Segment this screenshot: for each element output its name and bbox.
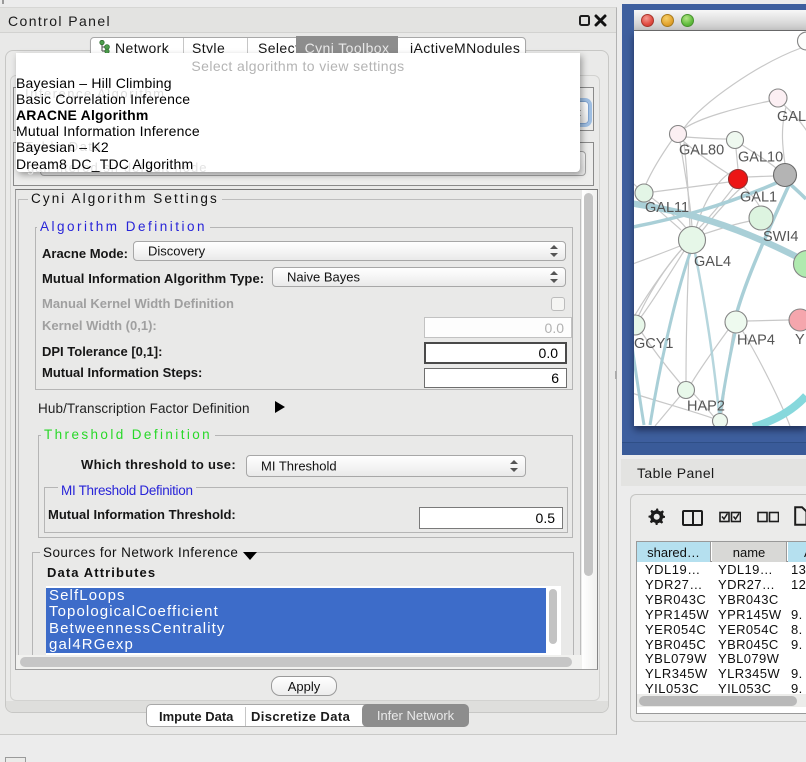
svg-text:GAL80: GAL80 [679,143,724,159]
svg-text:HAP2: HAP2 [687,399,725,415]
svg-text:GAL11: GAL11 [645,200,689,216]
svg-text:GAL10: GAL10 [738,150,783,166]
svg-text:GAL: GAL [777,109,806,125]
svg-text:HAP4: HAP4 [737,333,775,349]
svg-text:SWI4: SWI4 [763,229,798,245]
svg-text:Y: Y [795,332,805,348]
svg-text:GAL1: GAL1 [740,190,777,206]
svg-text:GAL4: GAL4 [694,254,731,270]
svg-text:GCY1: GCY1 [634,336,674,352]
